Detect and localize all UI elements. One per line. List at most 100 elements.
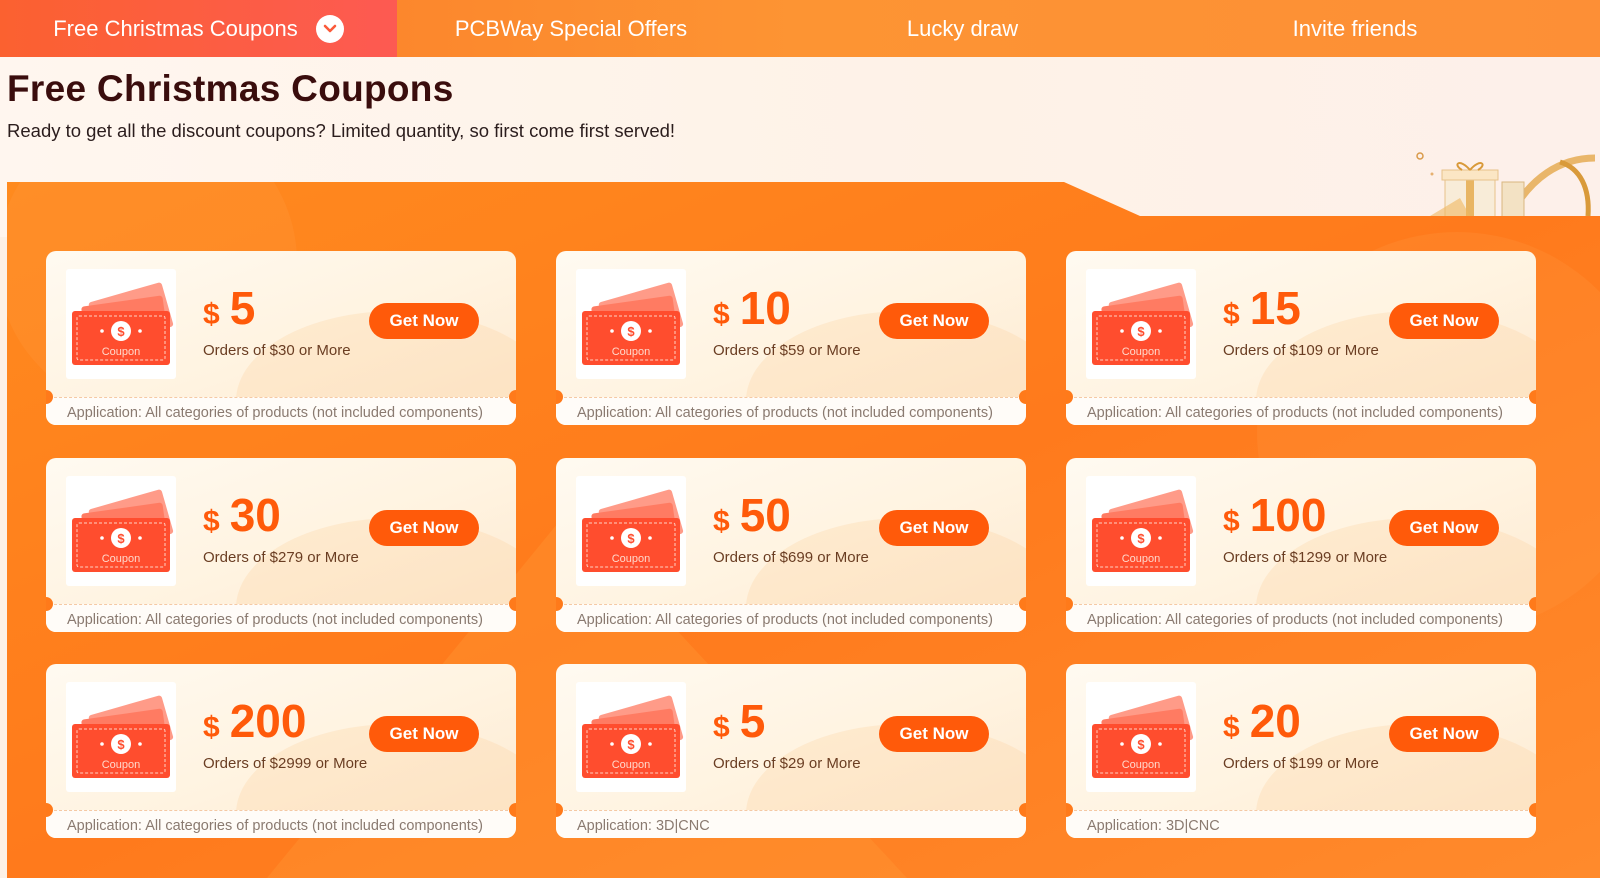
coupon-ticket-label: Coupon — [612, 346, 651, 358]
coupon-amount: $ 20 — [1223, 694, 1301, 748]
coupon-ticket-icon: $ Coupon — [66, 269, 176, 379]
coupon-condition: Orders of $199 or More — [1223, 755, 1379, 772]
coupon-card: $ Coupon $ 200 Orders of $2999 or More G… — [46, 664, 516, 838]
coupon-card: $ Coupon $ 100 Orders of $1299 or More G… — [1066, 458, 1536, 632]
get-now-button[interactable]: Get Now — [369, 716, 479, 752]
tab-label: Free Christmas Coupons — [53, 15, 298, 41]
coupon-amount: $ 10 — [713, 281, 791, 335]
chevron-down-icon[interactable] — [315, 14, 344, 43]
coupon-currency: $ — [203, 298, 220, 331]
coupon-condition: Orders of $30 or More — [203, 342, 351, 359]
coupon-application: Application: All categories of products … — [67, 818, 483, 834]
tab-free-christmas-coupons[interactable]: Free Christmas Coupons — [0, 0, 397, 57]
coupon-condition: Orders of $279 or More — [203, 549, 359, 566]
svg-text:$: $ — [117, 324, 125, 339]
svg-text:$: $ — [627, 737, 635, 752]
svg-text:$: $ — [1137, 737, 1145, 752]
coupon-application: Application: All categories of products … — [1087, 405, 1503, 421]
get-now-button[interactable]: Get Now — [879, 510, 989, 546]
get-now-button[interactable]: Get Now — [369, 303, 479, 339]
card-divider — [1074, 810, 1528, 811]
coupon-amount: $ 100 — [1223, 488, 1326, 542]
coupon-ticket-label: Coupon — [102, 346, 141, 358]
get-now-button[interactable]: Get Now — [879, 716, 989, 752]
coupon-value: 100 — [1249, 489, 1327, 541]
svg-text:$: $ — [1137, 324, 1145, 339]
card-divider — [1074, 604, 1528, 605]
get-now-button[interactable]: Get Now — [369, 510, 479, 546]
coupon-currency: $ — [1223, 711, 1240, 744]
tab-pcbway-special-offers[interactable]: PCBWay Special Offers — [397, 0, 745, 57]
card-notch — [509, 390, 516, 404]
top-nav: Free Christmas Coupons PCBWay Special Of… — [0, 0, 1600, 57]
coupon-card: $ Coupon $ 5 Orders of $29 or More Get N… — [556, 664, 1026, 838]
coupon-value: 200 — [229, 695, 307, 747]
tab-invite-friends[interactable]: Invite friends — [1180, 0, 1530, 57]
coupon-ticket-icon: $ Coupon — [576, 269, 686, 379]
coupon-ticket-label: Coupon — [102, 553, 141, 565]
page-title: Free Christmas Coupons — [7, 68, 454, 109]
coupon-ticket-label: Coupon — [102, 759, 141, 771]
coupon-application: Application: All categories of products … — [577, 612, 993, 628]
card-notch — [509, 597, 516, 611]
coupon-ticket-label: Coupon — [612, 553, 651, 565]
coupon-ticket-icon: $ Coupon — [576, 476, 686, 586]
coupon-currency: $ — [713, 711, 730, 744]
coupon-card: $ Coupon $ 50 Orders of $699 or More Get… — [556, 458, 1026, 632]
coupon-amount: $ 200 — [203, 694, 306, 748]
card-divider — [54, 397, 508, 398]
coupon-condition: Orders of $699 or More — [713, 549, 869, 566]
card-notch — [1019, 803, 1026, 817]
get-now-button[interactable]: Get Now — [1389, 510, 1499, 546]
coupon-application: Application: All categories of products … — [67, 612, 483, 628]
card-divider — [54, 604, 508, 605]
coupon-condition: Orders of $2999 or More — [203, 755, 368, 772]
coupon-ticket-icon: $ Coupon — [1086, 269, 1196, 379]
get-now-button[interactable]: Get Now — [1389, 303, 1499, 339]
coupon-amount: $ 5 — [713, 694, 765, 748]
coupon-amount: $ 5 — [203, 281, 255, 335]
coupon-amount: $ 30 — [203, 488, 281, 542]
coupon-ticket-label: Coupon — [1122, 759, 1161, 771]
coupon-value: 5 — [739, 695, 766, 747]
coupon-currency: $ — [203, 711, 220, 744]
coupon-value: 15 — [1249, 282, 1301, 334]
coupon-value: 30 — [229, 489, 281, 541]
coupon-ticket-icon: $ Coupon — [66, 682, 176, 792]
card-notch — [1529, 803, 1536, 817]
coupon-currency: $ — [713, 298, 730, 331]
svg-text:$: $ — [1137, 531, 1145, 546]
card-notch — [1019, 390, 1026, 404]
coupon-condition: Orders of $1299 or More — [1223, 549, 1388, 566]
svg-text:$: $ — [117, 531, 125, 546]
tab-label: Lucky draw — [906, 15, 1019, 41]
coupon-card: $ Coupon $ 10 Orders of $59 or More Get … — [556, 251, 1026, 425]
coupon-currency: $ — [203, 505, 220, 538]
card-divider — [564, 810, 1018, 811]
get-now-button[interactable]: Get Now — [1389, 716, 1499, 752]
card-divider — [54, 810, 508, 811]
tab-label: PCBWay Special Offers — [454, 15, 688, 41]
coupon-value: 10 — [739, 282, 791, 334]
coupon-application: Application: 3D|CNC — [577, 818, 710, 834]
coupon-currency: $ — [1223, 298, 1240, 331]
coupon-condition: Orders of $59 or More — [713, 342, 861, 359]
coupon-currency: $ — [1223, 505, 1240, 538]
coupon-value: 50 — [739, 489, 791, 541]
coupon-ticket-icon: $ Coupon — [1086, 682, 1196, 792]
coupon-currency: $ — [713, 505, 730, 538]
card-notch — [509, 803, 516, 817]
coupon-ticket-label: Coupon — [612, 759, 651, 771]
coupon-application: Application: All categories of products … — [577, 405, 993, 421]
tab-label: Invite friends — [1292, 15, 1418, 41]
coupon-amount: $ 50 — [713, 488, 791, 542]
card-divider — [564, 397, 1018, 398]
tab-lucky-draw[interactable]: Lucky draw — [745, 0, 1180, 57]
coupon-application: Application: All categories of products … — [1087, 612, 1503, 628]
svg-text:$: $ — [117, 737, 125, 752]
coupon-card: $ Coupon $ 5 Orders of $30 or More Get N… — [46, 251, 516, 425]
coupon-condition: Orders of $29 or More — [713, 755, 861, 772]
coupon-card: $ Coupon $ 20 Orders of $199 or More Get… — [1066, 664, 1536, 838]
get-now-button[interactable]: Get Now — [879, 303, 989, 339]
coupon-ticket-icon: $ Coupon — [576, 682, 686, 792]
